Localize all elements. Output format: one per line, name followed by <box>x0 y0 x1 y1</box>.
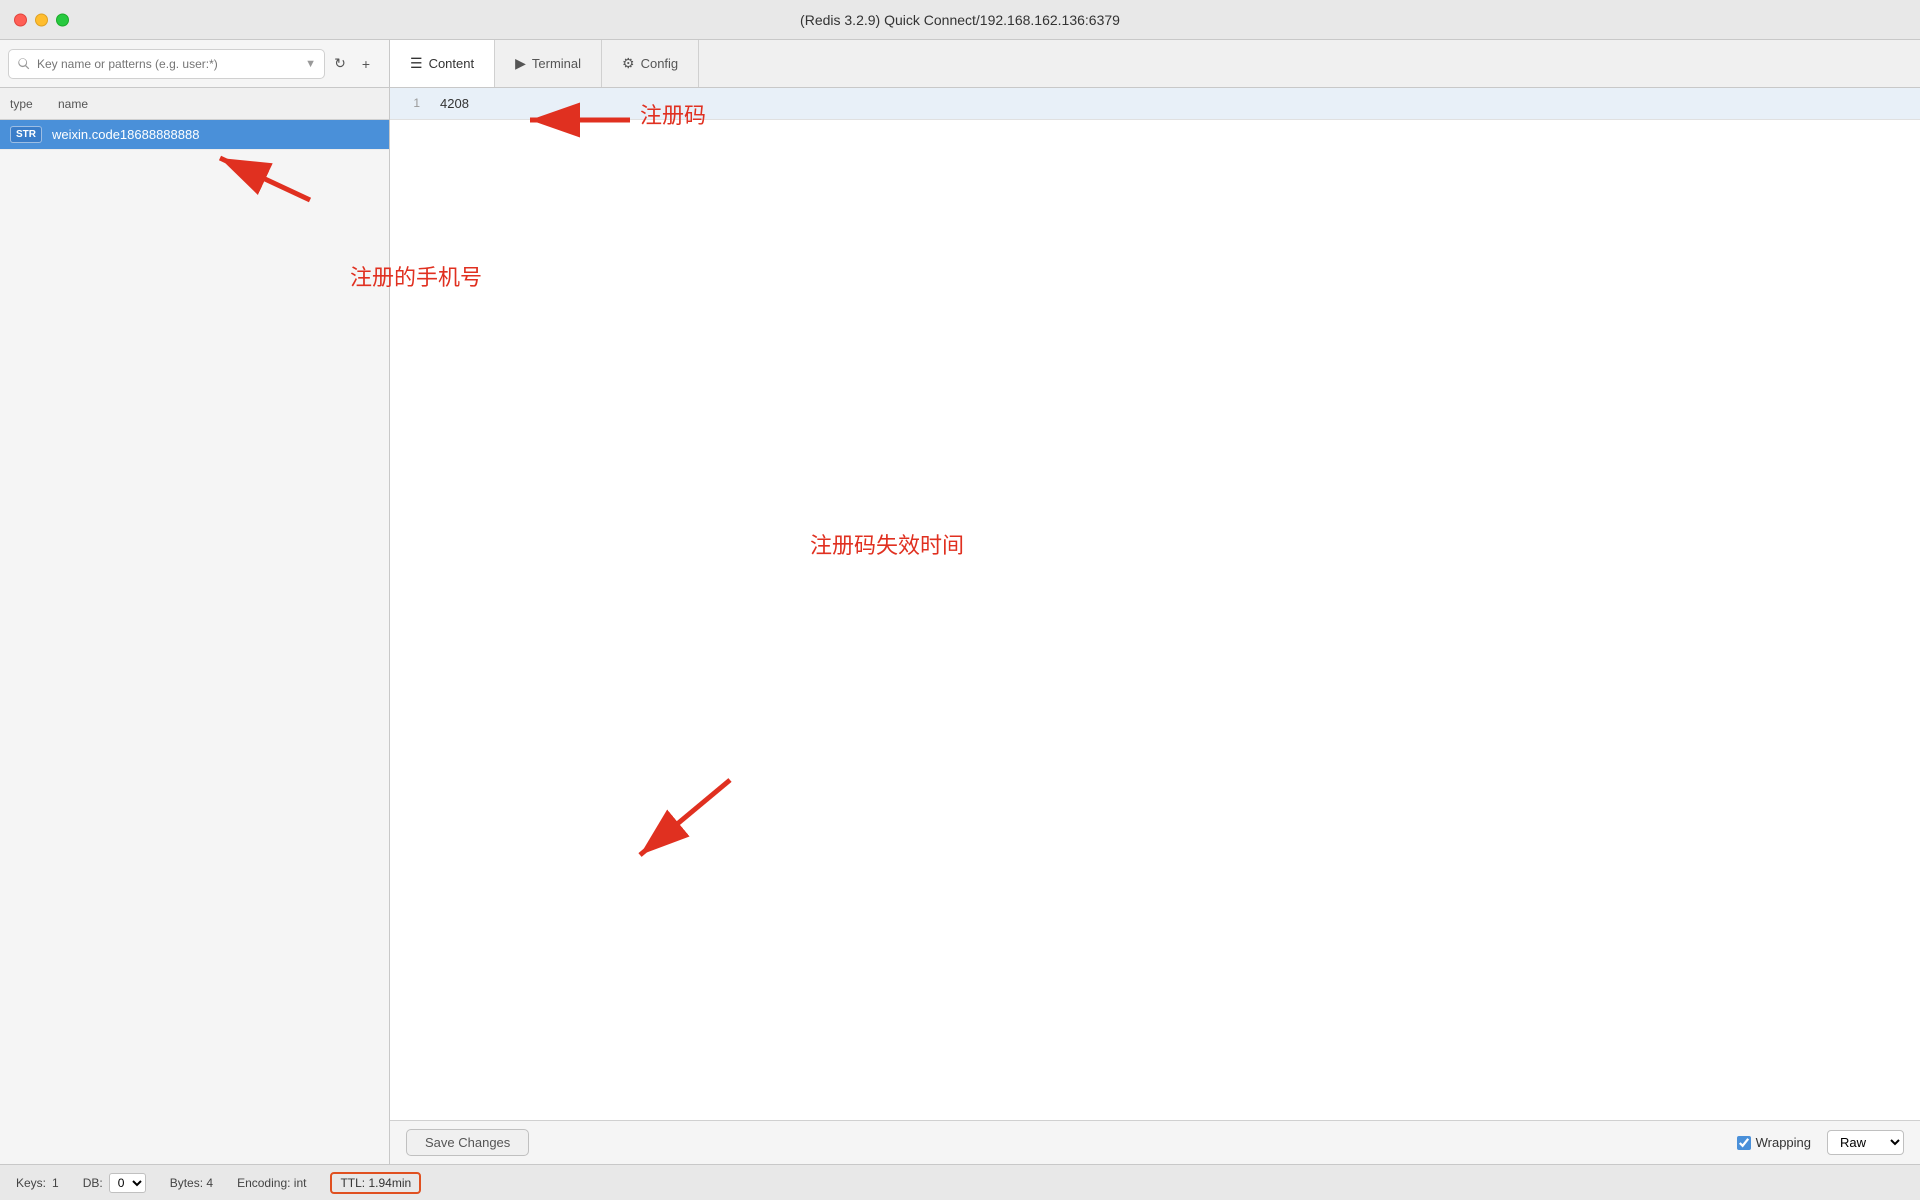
row-number: 1 <box>390 92 430 114</box>
keys-count: 1 <box>52 1176 59 1190</box>
traffic-lights <box>14 13 69 26</box>
tab-content[interactable]: ☰ Content <box>390 40 495 87</box>
key-item[interactable]: STR weixin.code18688888888 <box>0 120 389 150</box>
terminal-icon: ▶ <box>515 55 526 72</box>
col-type-header: type <box>10 97 58 111</box>
minimize-button[interactable] <box>35 13 48 26</box>
encoding-status: Encoding: int <box>237 1176 306 1190</box>
statusbar: Keys: 1 DB: 0 Bytes: 4 Encoding: int TTL… <box>0 1164 1920 1200</box>
tab-terminal[interactable]: ▶ Terminal <box>495 40 602 87</box>
save-changes-button[interactable]: Save Changes <box>406 1129 529 1156</box>
search-wrapper: ▼ <box>8 49 325 79</box>
key-name: weixin.code18688888888 <box>52 127 199 142</box>
keys-status: Keys: 1 <box>16 1176 59 1190</box>
db-status: DB: 0 <box>83 1173 146 1193</box>
row-value[interactable]: 4208 <box>430 92 1920 115</box>
sidebar: ▼ ↻ + type name STR weixin.code186888888… <box>0 40 390 1164</box>
maximize-button[interactable] <box>56 13 69 26</box>
wrapping-text: Wrapping <box>1756 1135 1811 1150</box>
add-key-button[interactable]: + <box>355 53 377 75</box>
db-label: DB: <box>83 1176 103 1190</box>
col-name-header: name <box>58 97 379 111</box>
tab-terminal-label: Terminal <box>532 56 581 71</box>
wrapping-label: Wrapping <box>1737 1135 1811 1150</box>
titlebar: (Redis 3.2.9) Quick Connect/192.168.162.… <box>0 0 1920 40</box>
search-bar: ▼ ↻ + <box>0 40 389 88</box>
search-dropdown-arrow[interactable]: ▼ <box>305 58 316 70</box>
main-container: ▼ ↻ + type name STR weixin.code186888888… <box>0 40 1920 1164</box>
format-select[interactable]: Raw <box>1827 1130 1904 1155</box>
tab-config[interactable]: ⚙ Config <box>602 40 699 87</box>
bottom-toolbar: Save Changes Wrapping Raw <box>390 1120 1920 1164</box>
config-icon: ⚙ <box>622 55 635 72</box>
value-row: 1 4208 <box>390 88 1920 120</box>
key-list-header: type name <box>0 88 389 120</box>
content-area: ☰ Content ▶ Terminal ⚙ Config 1 4208 Sav… <box>390 40 1920 1164</box>
window-title: (Redis 3.2.9) Quick Connect/192.168.162.… <box>800 12 1120 28</box>
ttl-badge: TTL: 1.94min <box>330 1172 421 1194</box>
tab-config-label: Config <box>641 56 679 71</box>
search-icon <box>17 57 31 71</box>
close-button[interactable] <box>14 13 27 26</box>
key-type-badge: STR <box>10 126 42 143</box>
db-select[interactable]: 0 <box>109 1173 146 1193</box>
refresh-button[interactable]: ↻ <box>329 53 351 75</box>
keys-label: Keys: <box>16 1176 46 1190</box>
value-area: 1 4208 <box>390 88 1920 1120</box>
key-list: STR weixin.code18688888888 <box>0 120 389 1164</box>
wrapping-checkbox[interactable] <box>1737 1136 1751 1150</box>
content-icon: ☰ <box>410 55 423 72</box>
bytes-status: Bytes: 4 <box>170 1176 213 1190</box>
tab-content-label: Content <box>429 56 475 71</box>
sidebar-toolbar: ↻ + <box>325 53 381 75</box>
search-input[interactable] <box>37 57 305 71</box>
content-tabs: ☰ Content ▶ Terminal ⚙ Config <box>390 40 1920 88</box>
